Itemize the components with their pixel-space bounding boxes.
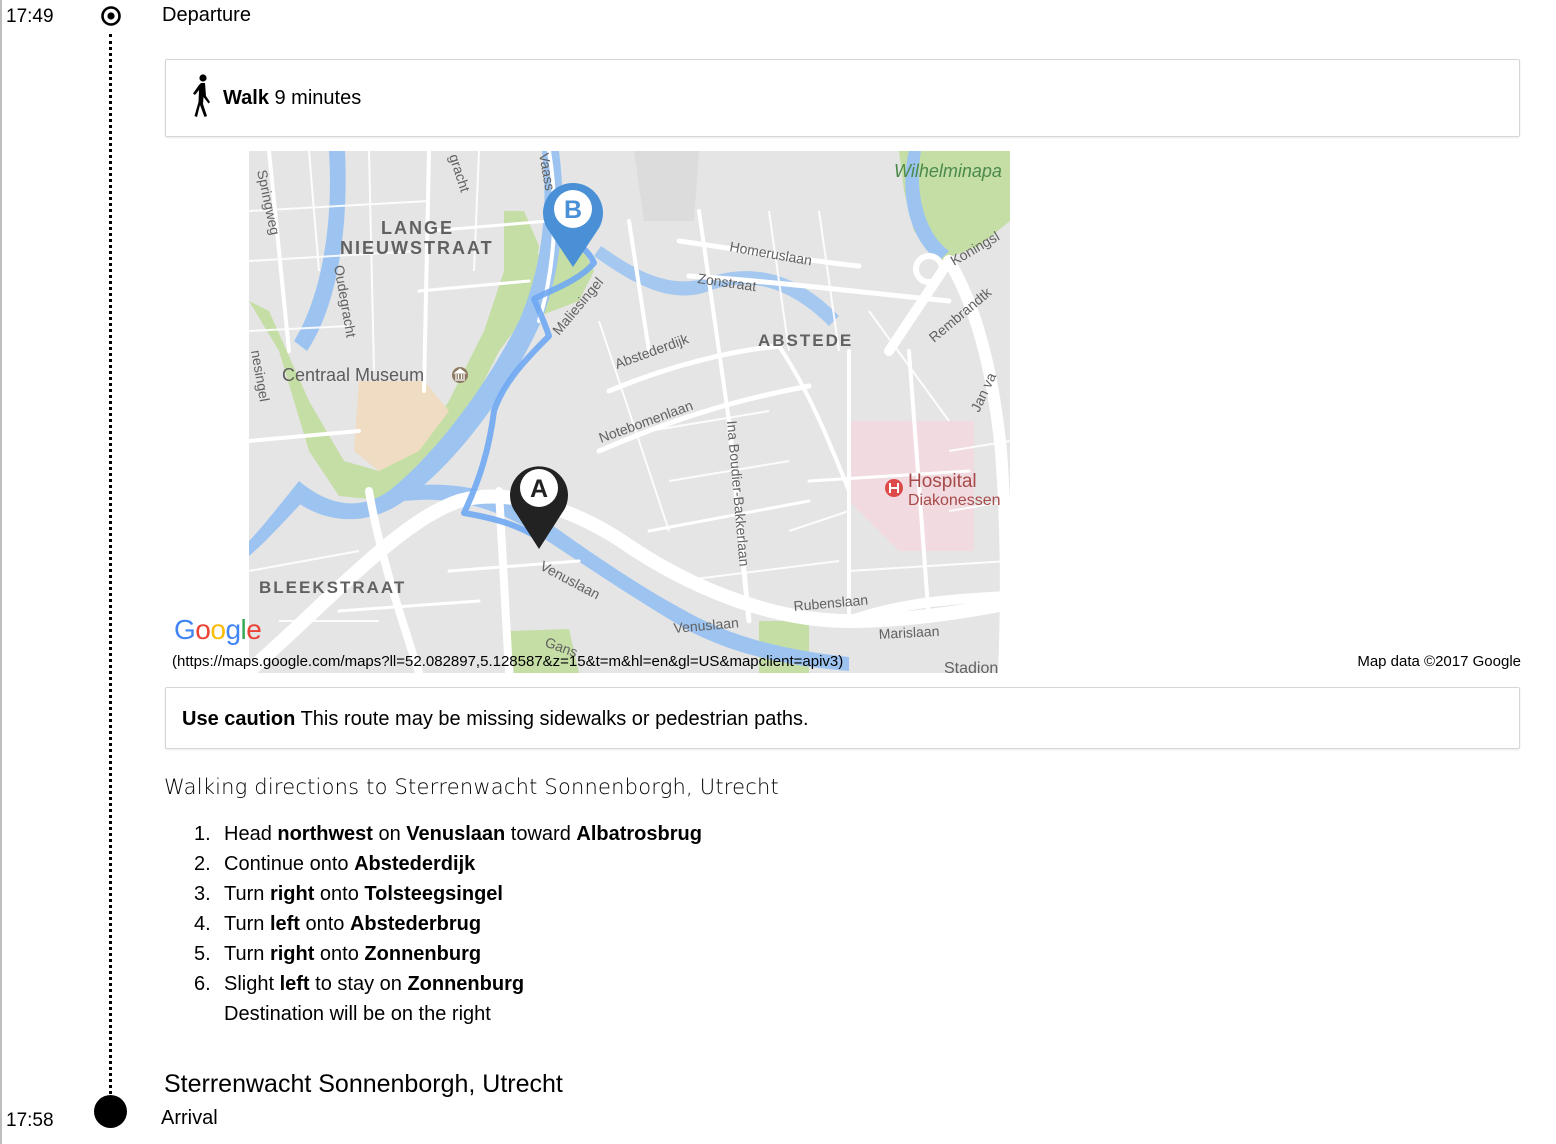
direction-step-number: 5. (194, 943, 211, 965)
walk-summary: Walk 9 minutes (223, 87, 361, 110)
direction-step-number: 2. (194, 853, 211, 875)
walk-duration: 9 minutes (274, 87, 362, 109)
map-label-centraal-museum: Centraal Museum (282, 365, 424, 385)
direction-step-number: 6. (194, 973, 211, 995)
direction-step-number: 3. (194, 883, 211, 905)
departure-marker-icon (101, 6, 121, 26)
arrival-marker-icon (94, 1095, 127, 1128)
direction-step-text: Turn left onto Abstederbrug (224, 913, 482, 935)
google-logo[interactable]: Google (174, 614, 262, 646)
destination-title: Sterrenwacht Sonnenborgh, Utrecht (164, 1070, 563, 1098)
direction-step: 6. Slight left to stay on Zonnenburg (194, 969, 702, 999)
map-label-abstede: ABSTEDE (758, 331, 853, 350)
direction-step-text: Continue onto Abstederdijk (224, 853, 476, 875)
route-map-canvas: LANGE NIEUWSTRAAT Centraal Museum ABSTED… (249, 151, 1010, 673)
direction-step-text: Head northwest on Venuslaan toward Albat… (224, 823, 702, 845)
direction-step-text: Turn right onto Tolsteegsingel (224, 883, 503, 905)
museum-icon (452, 367, 468, 383)
arrival-time: 17:58 (6, 1110, 54, 1131)
directions-heading: Walking directions to Sterrenwacht Sonne… (164, 775, 779, 799)
departure-label: Departure (162, 4, 251, 26)
walk-step-card[interactable]: Walk 9 minutes (165, 59, 1520, 137)
direction-step-number: 4. (194, 913, 211, 935)
arrival-label: Arrival (161, 1107, 218, 1129)
direction-step: 5. Turn right onto Zonnenburg (194, 939, 702, 969)
caution-message: This route may be missing sidewalks or p… (300, 708, 809, 730)
destination-note: Destination will be on the right (224, 1003, 491, 1025)
direction-step: 2. Continue onto Abstederdijk (194, 849, 702, 879)
direction-step-text: Turn right onto Zonnenburg (224, 943, 482, 965)
marker-b-label: B (564, 196, 582, 224)
direction-step: 1. Head northwest on Venuslaan toward Alb… (194, 819, 702, 849)
map-label-nieuwstraat: NIEUWSTRAAT (340, 238, 494, 258)
walking-person-icon (193, 74, 210, 117)
walk-mode-label: Walk (223, 87, 269, 109)
caution-title: Use caution (182, 708, 296, 730)
map-label-wilhelminapark: Wilhelminapa (894, 161, 1002, 181)
map-label-lange: LANGE (381, 218, 454, 238)
direction-step: 4. Turn left onto Abstederbrug (194, 909, 702, 939)
marker-a-label: A (530, 475, 548, 503)
map-label-hospital: Hospital (908, 471, 977, 492)
route-map[interactable]: LANGE NIEUWSTRAAT Centraal Museum ABSTED… (249, 151, 1010, 673)
departure-time: 17:49 (6, 6, 54, 27)
map-attribution: Map data ©2017 Google (1357, 653, 1521, 670)
map-url[interactable]: (https://maps.google.com/maps?ll=52.0828… (172, 653, 843, 670)
direction-step-number: 1. (194, 823, 211, 845)
map-label-stadion: Stadion (944, 660, 998, 673)
map-label-marislaan: Marislaan (878, 623, 939, 642)
caution-notice: Use caution This route may be missing si… (165, 687, 1520, 749)
direction-step-text: Slight left to stay on Zonnenburg (224, 973, 525, 995)
map-label-bleekstraat: BLEEKSTRAAT (259, 578, 406, 597)
map-label-diakonessen: Diakonessen (908, 492, 1001, 509)
caution-text: Use caution This route may be missing si… (182, 708, 809, 731)
hospital-icon (885, 479, 903, 497)
direction-step: 3. Turn right onto Tolsteegsingel (194, 879, 702, 909)
left-border (0, 0, 2, 1144)
directions-list: 1. Head northwest on Venuslaan toward Alb… (194, 819, 702, 1029)
timeline-dotted-line (109, 34, 112, 1094)
